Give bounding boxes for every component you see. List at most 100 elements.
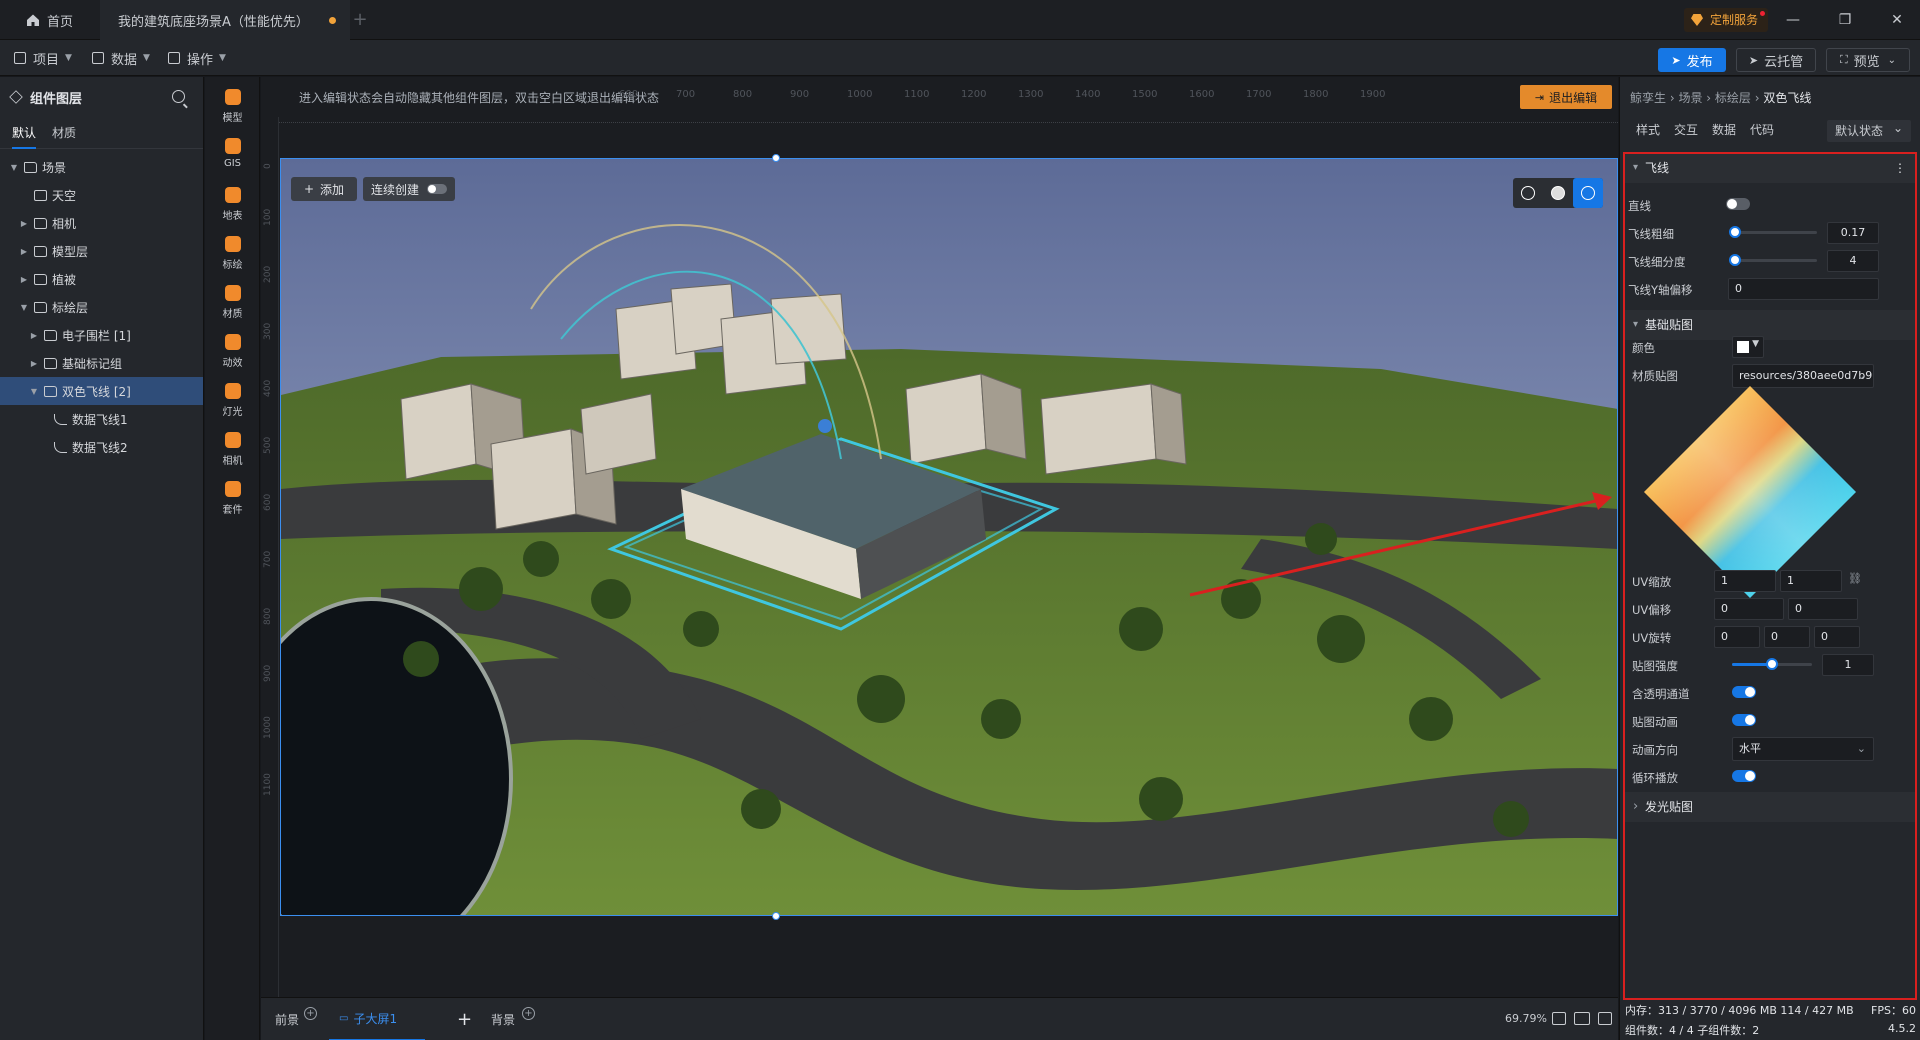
color-picker[interactable]: ▼ xyxy=(1732,336,1764,358)
menu-operation[interactable]: 操作 ▼ xyxy=(168,48,226,68)
breadcrumb-item[interactable]: 鲸孪生 xyxy=(1630,91,1666,105)
sidebar-item-material[interactable]: 材质 xyxy=(205,277,260,327)
section-glow[interactable]: 发光贴图 xyxy=(1625,792,1916,822)
add-foreground-icon[interactable]: + xyxy=(304,1007,317,1020)
add-background-icon[interactable]: + xyxy=(522,1007,535,1020)
slider-knob[interactable] xyxy=(1728,254,1741,266)
add-button[interactable]: + 添加 xyxy=(291,177,357,201)
direction-select[interactable]: 水平 ⌄ xyxy=(1732,737,1874,761)
exit-edit-label: 退出编辑 xyxy=(1549,90,1598,105)
caret-right-icon[interactable]: ▶ xyxy=(28,359,40,368)
tree-item[interactable]: 数据飞线1 xyxy=(0,405,203,433)
tab-home[interactable]: 首页 xyxy=(12,0,92,40)
menu-project[interactable]: 项目 ▼ xyxy=(14,48,72,68)
sidebar-item-light[interactable]: 灯光 xyxy=(205,375,260,425)
custom-service-button[interactable]: 定制服务 xyxy=(1684,8,1769,32)
link-icon[interactable]: ⛓ xyxy=(1848,572,1862,585)
tab-interaction[interactable]: 交互 xyxy=(1674,121,1698,138)
caret-right-icon[interactable]: ▶ xyxy=(18,247,30,256)
uv-scale-x-input[interactable]: 1 xyxy=(1714,570,1776,592)
sidebar-item-effect[interactable]: 动效 xyxy=(205,326,260,376)
restore-button[interactable]: ❐ xyxy=(1830,8,1860,32)
sidebar-item-terrain[interactable]: 地表 xyxy=(205,179,260,229)
fit-screen-icon[interactable] xyxy=(1552,1012,1566,1025)
caret-right-icon[interactable]: ▶ xyxy=(28,331,40,340)
cloud-hosting-button[interactable]: ➤ 云托管 xyxy=(1736,48,1816,72)
caret-down-icon[interactable]: ▼ xyxy=(28,387,40,396)
tab-default[interactable]: 默认 xyxy=(12,117,37,149)
intensity-input[interactable]: 1 xyxy=(1822,654,1874,676)
close-button[interactable]: ✕ xyxy=(1882,8,1912,32)
keyboard-icon[interactable] xyxy=(1574,1012,1590,1025)
tab-document[interactable]: 我的建筑底座场景A（性能优先） xyxy=(100,0,350,40)
caret-down-icon[interactable]: ▼ xyxy=(18,303,30,312)
terminal-icon[interactable] xyxy=(1598,1012,1612,1025)
more-icon[interactable]: ⋮ xyxy=(1894,153,1906,183)
tree-item[interactable]: ▶ 植被 xyxy=(0,265,203,293)
view-sphere-button[interactable] xyxy=(1543,178,1573,208)
caret-right-icon[interactable]: ▶ xyxy=(18,219,30,228)
menu-data[interactable]: 数据 ▼ xyxy=(92,48,150,68)
search-icon[interactable] xyxy=(172,90,185,103)
anim-toggle[interactable] xyxy=(1732,714,1756,726)
tree-item[interactable]: ▶ 相机 xyxy=(0,209,203,237)
tree-item[interactable]: ▼ 场景 xyxy=(0,153,203,181)
sidebar-item-gis[interactable]: GIS xyxy=(205,130,260,180)
tab-style[interactable]: 样式 xyxy=(1636,121,1660,138)
breadcrumb-item[interactable]: 标绘层 xyxy=(1715,91,1751,105)
new-tab-button[interactable]: + xyxy=(350,10,370,30)
slider-knob[interactable] xyxy=(1728,226,1741,238)
minimize-button[interactable]: — xyxy=(1778,8,1808,32)
straight-toggle[interactable] xyxy=(1726,198,1750,210)
sidebar-item-camera[interactable]: 相机 xyxy=(205,424,260,474)
loop-toggle[interactable] xyxy=(1732,770,1756,782)
sidebar-item-marker[interactable]: 标绘 xyxy=(205,228,260,278)
tree-item[interactable]: ▶ 基础标记组 xyxy=(0,349,203,377)
subdivision-slider[interactable] xyxy=(1728,254,1817,266)
tree-item[interactable]: ▼ 标绘层 xyxy=(0,293,203,321)
uv-rotate-z-input[interactable]: 0 xyxy=(1814,626,1860,648)
preview-button[interactable]: ⛶ 预览 ⌄ xyxy=(1826,48,1910,72)
continuous-create-switch[interactable] xyxy=(427,184,447,194)
tree-item[interactable]: ▶ 模型层 xyxy=(0,237,203,265)
uv-rotate-x-input[interactable]: 0 xyxy=(1714,626,1760,648)
publish-button[interactable]: ➤ 发布 xyxy=(1658,48,1726,72)
tree-item[interactable]: ▶ 电子围栏 [1] xyxy=(0,321,203,349)
notification-dot-icon xyxy=(1760,11,1766,16)
alpha-toggle[interactable] xyxy=(1732,686,1756,698)
subdivision-input[interactable]: 4 xyxy=(1827,250,1879,272)
slider-knob[interactable] xyxy=(1766,658,1778,670)
uv-rotate-y-input[interactable]: 0 xyxy=(1764,626,1810,648)
tab-code[interactable]: 代码 xyxy=(1750,121,1774,138)
tree-item[interactable]: 数据飞线2 xyxy=(0,433,203,461)
sidebar-item-kit[interactable]: 套件 xyxy=(205,473,260,523)
y-offset-input[interactable]: 0 xyxy=(1728,278,1879,300)
uv-scale-y-input[interactable]: 1 xyxy=(1780,570,1842,592)
tab-foreground[interactable]: 前景 xyxy=(275,998,299,1040)
tab-background[interactable]: 背景 xyxy=(491,998,515,1040)
resize-handle-bottom[interactable] xyxy=(772,912,780,920)
view-globe-button[interactable] xyxy=(1513,178,1543,208)
view-orbit-button[interactable] xyxy=(1573,178,1603,208)
thickness-input[interactable]: 0.17 xyxy=(1827,222,1879,244)
tab-material[interactable]: 材质 xyxy=(52,117,76,149)
breadcrumb-item[interactable]: 场景 xyxy=(1678,91,1702,105)
continuous-create-toggle[interactable]: 连续创建 xyxy=(363,177,455,201)
intensity-slider[interactable] xyxy=(1732,658,1812,670)
section-flyline[interactable]: 飞线 ⋮ xyxy=(1625,153,1916,183)
resize-handle-top[interactable] xyxy=(772,154,780,162)
state-select[interactable]: 默认状态 xyxy=(1827,117,1911,142)
uv-offset-x-input[interactable]: 0 xyxy=(1714,598,1784,620)
caret-down-icon[interactable]: ▼ xyxy=(8,163,20,172)
tree-item[interactable]: 天空 xyxy=(0,181,203,209)
tab-data[interactable]: 数据 xyxy=(1712,121,1736,138)
tree-item[interactable]: ▼ 双色飞线 [2] xyxy=(0,377,203,405)
caret-right-icon[interactable]: ▶ xyxy=(18,275,30,284)
uv-offset-y-input[interactable]: 0 xyxy=(1788,598,1858,620)
sidebar-item-model[interactable]: 模型 xyxy=(205,81,260,131)
section-basemap[interactable]: 基础贴图 xyxy=(1625,310,1916,340)
tab-sub-screen-1[interactable]: ▭ 子大屏1 xyxy=(329,998,425,1040)
thickness-slider[interactable] xyxy=(1728,226,1817,238)
add-screen-button[interactable]: + xyxy=(457,998,472,1040)
exit-edit-button[interactable]: ⇥ 退出编辑 xyxy=(1520,85,1612,109)
